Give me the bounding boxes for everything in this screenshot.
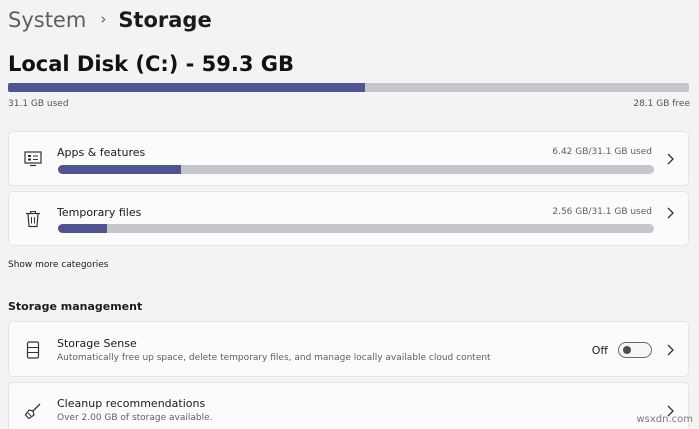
category-usage: 6.42 GB/31.1 GB used xyxy=(552,147,652,157)
category-usage-bar xyxy=(58,165,654,174)
apps-features-icon xyxy=(23,149,43,169)
breadcrumb-separator: › xyxy=(100,10,107,28)
breadcrumb: System › Storage xyxy=(8,4,212,36)
storage-management-heading: Storage management xyxy=(8,300,143,313)
category-usage-bar-fill xyxy=(58,165,181,174)
disk-free-label: 28.1 GB free xyxy=(633,99,690,109)
toggle-state-label: Off xyxy=(591,343,608,357)
watermark: wsxdn.com xyxy=(636,414,693,425)
category-title: Apps & features xyxy=(57,146,146,159)
page-title: Storage xyxy=(118,8,212,32)
disk-usage-bar xyxy=(8,83,689,92)
disk-usage-bar-fill xyxy=(8,83,365,92)
storage-sense-row[interactable]: Storage Sense Automatically free up spac… xyxy=(8,321,689,377)
disk-used-label: 31.1 GB used xyxy=(8,99,69,109)
cleanup-subtitle: Over 2.00 GB of storage available. xyxy=(57,413,213,423)
trash-icon xyxy=(23,209,43,229)
show-more-categories-link[interactable]: Show more categories xyxy=(8,260,109,270)
chevron-right-icon xyxy=(667,153,674,165)
category-apps-features[interactable]: Apps & features 6.42 GB/31.1 GB used xyxy=(8,131,689,186)
category-title: Temporary files xyxy=(57,206,142,219)
storage-sense-title: Storage Sense xyxy=(57,337,137,350)
category-usage-bar-fill xyxy=(58,224,107,233)
disk-title: Local Disk (C:) - 59.3 GB xyxy=(8,52,295,76)
chevron-right-icon xyxy=(667,344,674,356)
broom-icon xyxy=(23,401,43,421)
category-temporary-files[interactable]: Temporary files 2.56 GB/31.1 GB used xyxy=(8,191,689,246)
category-usage-bar xyxy=(58,224,654,233)
storage-sense-toggle[interactable] xyxy=(618,342,652,358)
breadcrumb-system-link[interactable]: System xyxy=(8,8,86,32)
storage-sense-subtitle: Automatically free up space, delete temp… xyxy=(57,353,491,363)
storage-settings-page: System › Storage Local Disk (C:) - 59.3 … xyxy=(0,0,699,429)
toggle-knob xyxy=(623,346,631,354)
category-usage: 2.56 GB/31.1 GB used xyxy=(552,207,652,217)
storage-sense-icon xyxy=(23,340,43,360)
chevron-right-icon xyxy=(667,207,674,219)
cleanup-recommendations-row[interactable]: Cleanup recommendations Over 2.00 GB of … xyxy=(8,382,689,429)
storage-sense-toggle-group: Off xyxy=(592,342,652,358)
cleanup-title: Cleanup recommendations xyxy=(57,397,206,410)
